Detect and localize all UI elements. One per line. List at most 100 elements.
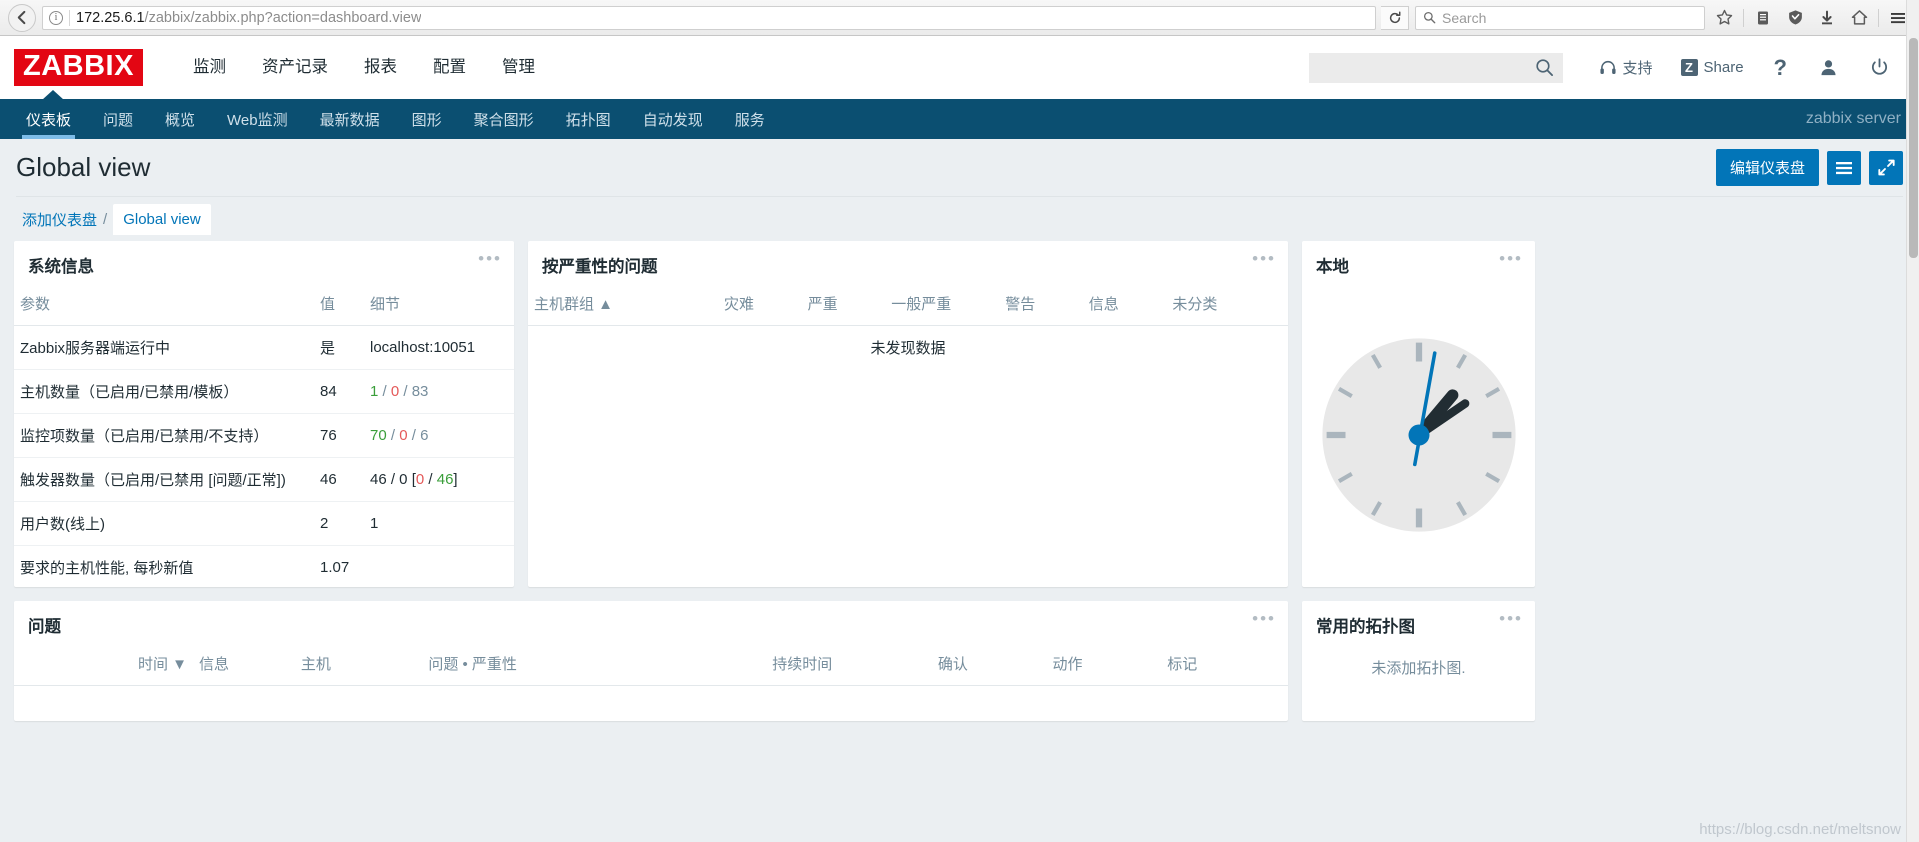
breadcrumb-add-dashboard[interactable]: 添加仪表盘 bbox=[22, 209, 97, 230]
nav-item-reports[interactable]: 报表 bbox=[346, 36, 415, 99]
subnav-item-graphs[interactable]: 图形 bbox=[396, 99, 458, 139]
table-row: 监控项数量（已启用/已禁用/不支持） 76 70 / 0 / 6 bbox=[14, 413, 514, 458]
back-arrow-glyph bbox=[17, 10, 25, 25]
col-host[interactable]: 主机 bbox=[294, 643, 423, 686]
col-high[interactable]: 严重 bbox=[801, 283, 886, 326]
browser-search-input[interactable]: Search bbox=[1415, 5, 1705, 30]
zabbix-logo[interactable]: ZABBIX bbox=[14, 49, 143, 86]
col-host-group[interactable]: 主机群组 ▲ bbox=[528, 283, 718, 326]
breadcrumb-current[interactable]: Global view bbox=[113, 203, 211, 235]
support-link[interactable]: 支持 bbox=[1585, 57, 1667, 78]
row-detail: 70 / 0 / 6 bbox=[364, 413, 514, 458]
row-param: Zabbix服务器端运行中 bbox=[14, 325, 314, 370]
subnav-item-services[interactable]: 服务 bbox=[719, 99, 781, 139]
table-header-row: 主机群组 ▲ 灾难 严重 一般严重 警告 信息 未分类 bbox=[528, 283, 1288, 326]
browser-toolbar: i 172.25.6.1/zabbix/zabbix.php?action=da… bbox=[0, 0, 1919, 36]
col-average[interactable]: 一般严重 bbox=[885, 283, 1000, 326]
home-icon[interactable] bbox=[1846, 5, 1872, 31]
power-glyph bbox=[1872, 58, 1887, 75]
toolbar-divider-2 bbox=[1878, 8, 1879, 27]
info-icon[interactable]: i bbox=[49, 10, 63, 25]
subnav-item-web[interactable]: Web监测 bbox=[211, 99, 304, 139]
col-ack[interactable]: 确认 bbox=[931, 643, 1047, 686]
widget-title: 本地 bbox=[1316, 258, 1349, 276]
subnav-item-problems[interactable]: 问题 bbox=[87, 99, 149, 139]
widget-problems-by-severity: 按严重性的问题 ••• 主机群组 ▲ 灾难 严重 一般严重 警告 信息 未分类 bbox=[528, 241, 1288, 587]
col-time[interactable]: 时间 ▼ bbox=[14, 643, 194, 686]
subnav-item-overview[interactable]: 概览 bbox=[149, 99, 211, 139]
edit-dashboard-button[interactable]: 编辑仪表盘 bbox=[1715, 149, 1819, 186]
fullscreen-button[interactable] bbox=[1869, 150, 1903, 185]
col-warning[interactable]: 警告 bbox=[999, 283, 1083, 326]
share-link[interactable]: Z Share bbox=[1667, 59, 1758, 76]
widget-menu-icon[interactable]: ••• bbox=[1252, 610, 1276, 627]
subnav-item-maps[interactable]: 拓扑图 bbox=[550, 99, 627, 139]
table-row: 用户数(线上) 2 1 bbox=[14, 501, 514, 546]
address-bar[interactable]: i 172.25.6.1/zabbix/zabbix.php?action=da… bbox=[42, 5, 1376, 30]
nav-item-inventory[interactable]: 资产记录 bbox=[244, 36, 346, 99]
detail-sep-2: / bbox=[399, 383, 412, 400]
pocket-icon[interactable] bbox=[1782, 5, 1808, 31]
table-header-row: 时间 ▼ 信息 主机 问题 • 严重性 持续时间 确认 动作 标记 bbox=[14, 643, 1288, 686]
col-parameter[interactable]: 参数 bbox=[14, 283, 314, 326]
col-not-classified[interactable]: 未分类 bbox=[1166, 283, 1288, 326]
table-row: 主机数量（已启用/已禁用/模板） 84 1 / 0 / 83 bbox=[14, 369, 514, 414]
star-icon[interactable] bbox=[1711, 5, 1737, 31]
row-detail: 46 / 0 [0 / 46] bbox=[364, 457, 514, 502]
reload-icon[interactable] bbox=[1381, 5, 1409, 30]
scrollbar-thumb[interactable] bbox=[1909, 38, 1918, 258]
page-scrollbar[interactable] bbox=[1906, 0, 1919, 842]
browser-search-placeholder: Search bbox=[1442, 9, 1487, 26]
hamburger-glyph bbox=[1891, 12, 1905, 23]
url-text: 172.25.6.1/zabbix/zabbix.php?action=dash… bbox=[76, 10, 421, 26]
pocket-glyph bbox=[1788, 10, 1802, 25]
support-label: 支持 bbox=[1622, 60, 1653, 77]
url-path: /zabbix/zabbix.php?action=dashboard.view bbox=[144, 9, 422, 26]
col-tags[interactable]: 标记 bbox=[1161, 643, 1288, 686]
nav-item-monitoring[interactable]: 监测 bbox=[175, 36, 244, 99]
breadcrumb: 添加仪表盘 / Global view bbox=[14, 197, 1905, 241]
col-information[interactable]: 信息 bbox=[1082, 283, 1167, 326]
subnav-item-screens[interactable]: 聚合图形 bbox=[458, 99, 550, 139]
global-search-input[interactable] bbox=[1308, 52, 1563, 83]
nav-item-configuration[interactable]: 配置 bbox=[415, 36, 484, 99]
col-disaster[interactable]: 灾难 bbox=[718, 283, 802, 326]
help-icon[interactable]: ? bbox=[1758, 56, 1803, 79]
expand-icon bbox=[1877, 159, 1895, 176]
widget-problems: 问题 ••• 时间 ▼ 信息 主机 问题 • 严重性 持续时间 确认 动作 标记 bbox=[14, 601, 1288, 721]
col-details[interactable]: 细节 bbox=[364, 283, 514, 326]
problems-table: 时间 ▼ 信息 主机 问题 • 严重性 持续时间 确认 动作 标记 bbox=[14, 643, 1288, 686]
page-title: Global view bbox=[16, 152, 151, 182]
subnav-item-discovery[interactable]: 自动发现 bbox=[627, 99, 719, 139]
col-problem-severity[interactable]: 问题 • 严重性 bbox=[422, 643, 767, 686]
url-host: 172.25.6.1 bbox=[76, 9, 145, 26]
library-icon[interactable] bbox=[1750, 5, 1776, 31]
dashboard-row-bottom: 问题 ••• 时间 ▼ 信息 主机 问题 • 严重性 持续时间 确认 动作 标记 bbox=[14, 601, 1905, 721]
download-icon[interactable] bbox=[1814, 5, 1840, 31]
subnav-item-latest-data[interactable]: 最新数据 bbox=[304, 99, 396, 139]
problems-by-severity-table: 主机群组 ▲ 灾难 严重 一般严重 警告 信息 未分类 未发现数据 bbox=[528, 283, 1288, 369]
nav-item-administration[interactable]: 管理 bbox=[484, 36, 553, 99]
row-value: 84 bbox=[314, 369, 364, 414]
user-profile-icon[interactable] bbox=[1803, 58, 1854, 77]
back-arrow-icon[interactable] bbox=[8, 3, 36, 32]
dashboard-menu-button[interactable] bbox=[1827, 150, 1861, 185]
widget-menu-icon[interactable]: ••• bbox=[1499, 610, 1523, 627]
col-info[interactable]: 信息 bbox=[193, 643, 295, 686]
logout-icon[interactable] bbox=[1854, 58, 1905, 77]
widget-menu-icon[interactable]: ••• bbox=[1252, 250, 1276, 267]
col-value[interactable]: 值 bbox=[314, 283, 364, 326]
widget-menu-icon[interactable]: ••• bbox=[478, 250, 502, 267]
widget-header: 本地 ••• bbox=[1302, 241, 1535, 283]
star-glyph bbox=[1716, 9, 1732, 25]
row-detail: localhost:10051 bbox=[364, 325, 514, 370]
server-name-label: zabbix server bbox=[1805, 110, 1901, 127]
headset-icon bbox=[1599, 60, 1616, 74]
subnav-item-dashboard[interactable]: 仪表板 bbox=[10, 99, 87, 139]
col-actions[interactable]: 动作 bbox=[1046, 643, 1162, 686]
library-glyph bbox=[1758, 11, 1768, 24]
widget-title: 常用的拓扑图 bbox=[1316, 618, 1415, 636]
widget-menu-icon[interactable]: ••• bbox=[1499, 250, 1523, 267]
col-duration[interactable]: 持续时间 bbox=[766, 643, 932, 686]
row-value: 1.07 bbox=[314, 545, 364, 587]
